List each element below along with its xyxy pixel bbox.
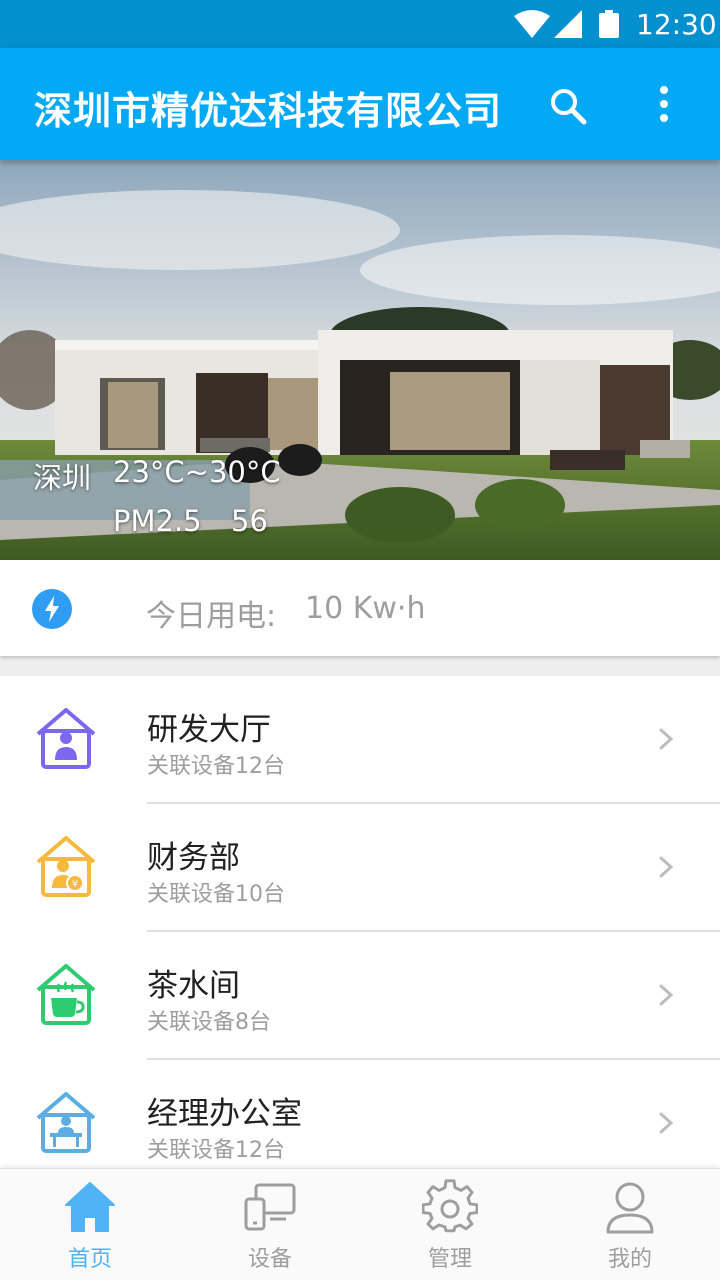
nav-tab-profile[interactable]: 我的 — [540, 1169, 720, 1280]
pm25-label: PM2.5 — [113, 504, 202, 538]
house-finance-icon: ¥ — [36, 836, 96, 897]
gear-icon — [422, 1179, 478, 1233]
chevron-right-icon — [659, 984, 674, 1006]
house-cup-icon — [36, 964, 96, 1025]
list-item[interactable]: 茶水间 关联设备8台 — [0, 932, 720, 1060]
house-photo — [0, 160, 720, 560]
hero-banner: 深圳 23°C~30°C PM2.5 56 — [0, 160, 720, 560]
battery-icon — [599, 10, 619, 38]
wifi-icon — [514, 10, 550, 38]
nav-tab-devices[interactable]: 设备 — [180, 1169, 360, 1280]
bottom-navigation: 首页 设备 管理 我的 — [0, 1168, 720, 1280]
nav-label: 设备 — [247, 1247, 292, 1272]
weather-city: 深圳 — [33, 461, 92, 495]
list-item[interactable]: 研发大厅 关联设备12台 — [0, 676, 720, 804]
list-item[interactable]: 经理办公室 关联设备12台 — [0, 1060, 720, 1168]
signal-icon — [554, 10, 582, 38]
svg-text:¥: ¥ — [72, 879, 78, 890]
nav-label: 首页 — [67, 1247, 112, 1272]
room-device-count: 关联设备12台 — [147, 1138, 285, 1163]
room-list: 研发大厅 关联设备12台 ¥ 财务部 关联设备10台 茶水间 关联设备8台 经理… — [0, 676, 720, 1168]
search-icon — [551, 89, 587, 125]
chevron-right-icon — [659, 856, 674, 878]
nav-label: 我的 — [607, 1247, 652, 1272]
weather-temperature: 23°C~30°C — [113, 455, 281, 489]
chevron-right-icon — [659, 728, 674, 750]
room-device-count: 关联设备8台 — [147, 1010, 271, 1035]
app-bar: 深圳市精优达科技有限公司 — [0, 48, 720, 160]
status-time: 12:30 — [636, 8, 717, 41]
pm25-value: 56 — [231, 504, 268, 538]
room-name: 研发大厅 — [147, 712, 271, 748]
nav-label: 管理 — [427, 1247, 472, 1272]
house-desk-icon — [36, 1092, 96, 1153]
chevron-right-icon — [659, 1112, 674, 1134]
room-name: 经理办公室 — [147, 1096, 302, 1132]
status-bar: 12:30 — [0, 0, 720, 48]
person-icon — [606, 1182, 654, 1234]
lightning-icon — [32, 589, 72, 629]
nav-tab-home[interactable]: 首页 — [0, 1169, 180, 1280]
room-device-count: 关联设备10台 — [147, 882, 285, 907]
room-name: 财务部 — [147, 840, 240, 876]
list-item[interactable]: ¥ 财务部 关联设备10台 — [0, 804, 720, 932]
section-divider — [0, 656, 720, 676]
devices-icon — [244, 1183, 296, 1231]
more-options-button[interactable] — [640, 82, 688, 130]
page-title: 深圳市精优达科技有限公司 — [34, 89, 503, 133]
house-person-icon — [36, 708, 96, 769]
nav-tab-manage[interactable]: 管理 — [360, 1169, 540, 1280]
search-button[interactable] — [544, 82, 592, 130]
power-value: 10 Kw·h — [305, 591, 426, 626]
home-icon — [65, 1182, 115, 1232]
room-device-count: 关联设备12台 — [147, 754, 285, 779]
power-label: 今日用电: — [146, 599, 277, 634]
power-usage-row: 今日用电: 10 Kw·h — [0, 560, 720, 656]
more-vert-icon — [660, 86, 668, 122]
room-name: 茶水间 — [147, 968, 240, 1004]
